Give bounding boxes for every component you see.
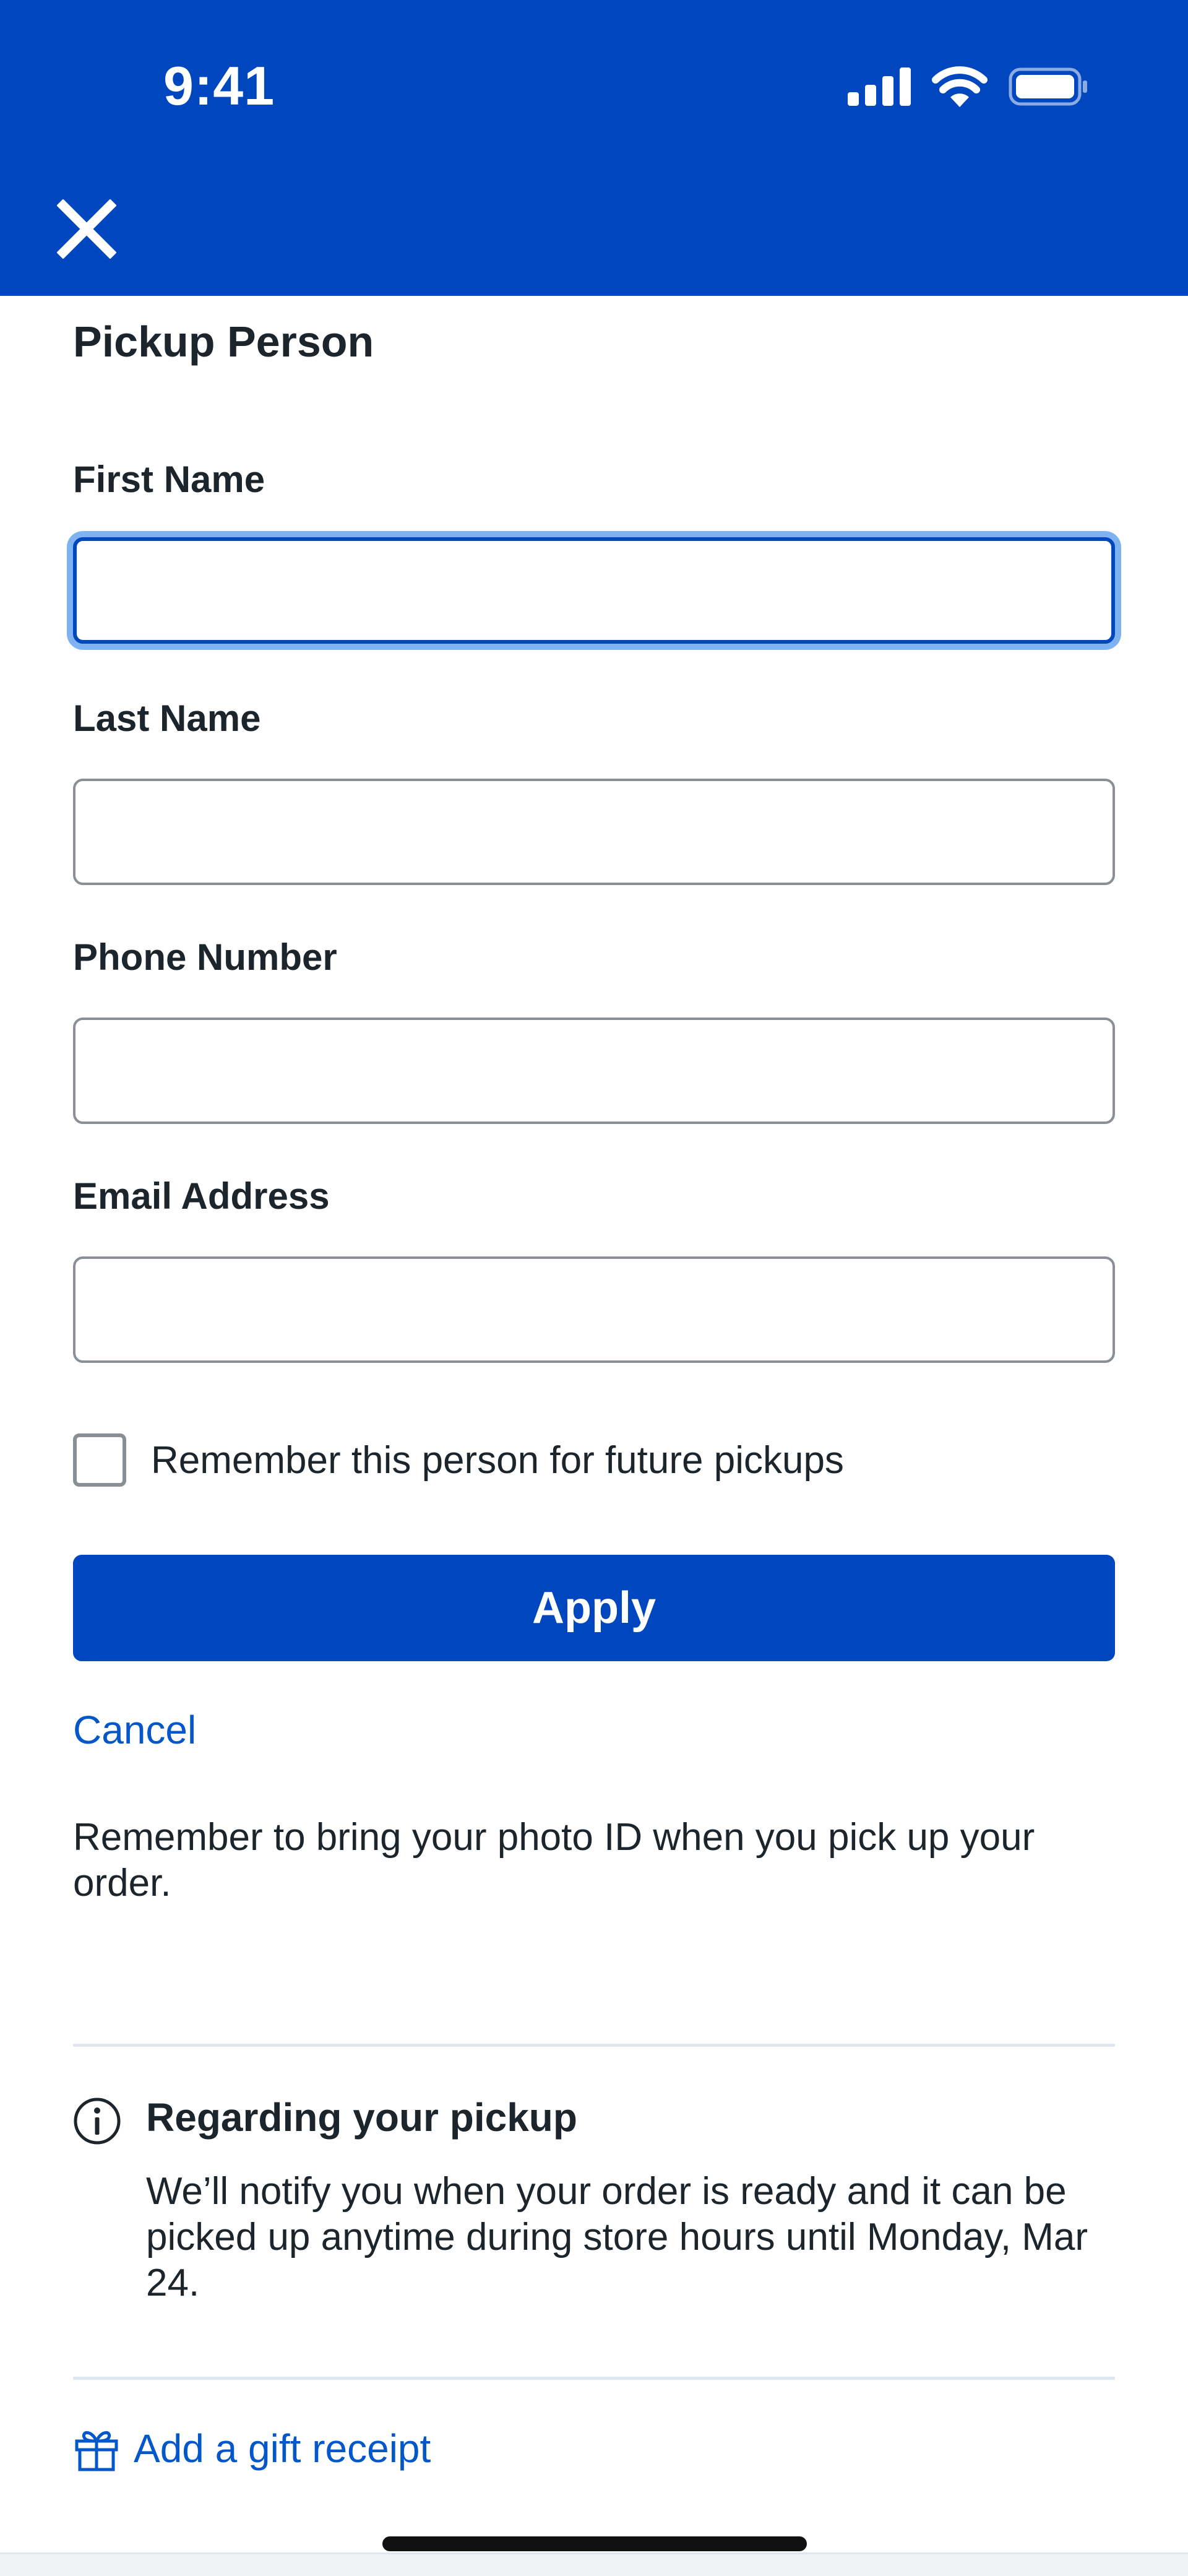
battery-icon (1009, 67, 1087, 106)
last-name-input[interactable] (73, 779, 1115, 885)
close-button[interactable] (50, 192, 124, 266)
cancel-link[interactable]: Cancel (73, 1707, 196, 1753)
info-icon (74, 2098, 121, 2145)
close-icon (57, 199, 116, 259)
pickup-info-title: Regarding your pickup (146, 2095, 577, 2140)
section-title: Pickup Person (73, 318, 374, 366)
remember-checkbox-row[interactable]: Remember this person for future pickups (73, 1433, 844, 1487)
home-indicator[interactable] (382, 2536, 807, 2551)
bottom-strip (0, 2552, 1188, 2576)
email-label: Email Address (73, 1175, 330, 1217)
remember-label: Remember this person for future pickups (151, 1438, 844, 1482)
signal-icon (848, 67, 911, 106)
email-input[interactable] (73, 1256, 1115, 1363)
gift-icon (75, 2431, 118, 2471)
status-icons (848, 62, 1089, 111)
phone-label: Phone Number (73, 936, 337, 978)
add-gift-receipt-link[interactable]: Add a gift receipt (73, 2425, 431, 2472)
divider (73, 2377, 1115, 2380)
first-name-input[interactable] (73, 537, 1115, 644)
photo-id-note: Remember to bring your photo ID when you… (73, 1816, 1035, 1904)
phone-input[interactable] (73, 1018, 1115, 1124)
wifi-icon (932, 66, 988, 107)
apply-button[interactable]: Apply (73, 1555, 1115, 1661)
top-app-bar: 9:41 (0, 0, 1188, 296)
pickup-info-body: We’ll notify you when your order is read… (146, 2170, 1088, 2304)
last-name-label: Last Name (73, 698, 261, 739)
status-time: 9:41 (163, 55, 275, 116)
divider (73, 2044, 1115, 2047)
first-name-label: First Name (73, 459, 265, 500)
gift-receipt-label: Add a gift receipt (134, 2426, 431, 2471)
remember-checkbox[interactable] (73, 1433, 126, 1487)
